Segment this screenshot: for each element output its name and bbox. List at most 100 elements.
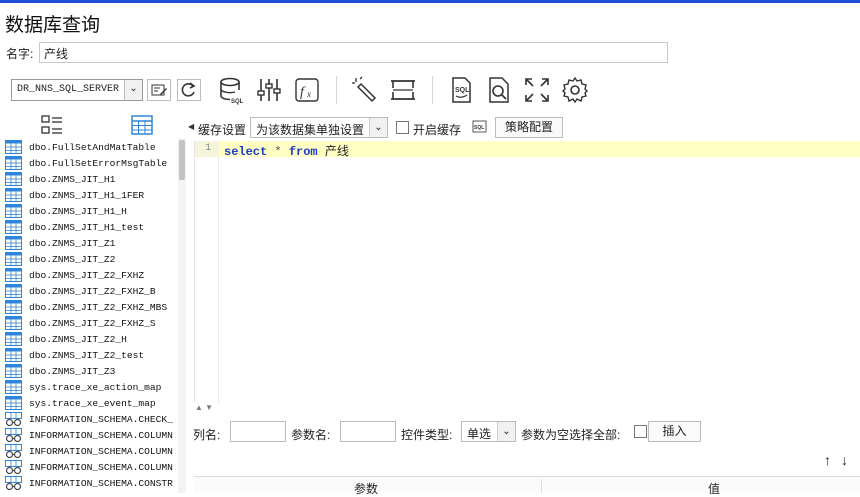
tree-item[interactable]: dbo.FullSetErrorMsgTable [5, 155, 177, 171]
tree-item[interactable]: dbo.ZNMS_JIT_H1 [5, 171, 177, 187]
toolbar: DR_NNS_SQL_SERVER ⌄ SQL f x SQL [0, 70, 860, 110]
code-text[interactable]: select * from 产线 [224, 142, 349, 159]
tree-item-label: dbo.ZNMS_JIT_H1_H [29, 205, 127, 217]
right-panel: ◀ 缓存设置 为该数据集单独设置 ⌄ 开启缓存 SQL 策略配置 1 selec… [188, 112, 860, 496]
sliders-icon [257, 79, 281, 101]
svg-text:SQL: SQL [474, 125, 484, 131]
tab-list-view[interactable] [40, 114, 64, 139]
table-icon [5, 156, 22, 170]
cache-mode-select[interactable]: 为该数据集单独设置 ⌄ [250, 117, 388, 138]
expand-button[interactable] [522, 75, 552, 105]
line-number: 1 [204, 143, 211, 154]
tree-item[interactable]: dbo.ZNMS_JIT_Z3 [5, 363, 177, 379]
tree-scrollbar[interactable] [178, 138, 186, 493]
tree-item[interactable]: dbo.ZNMS_JIT_H1_test [5, 219, 177, 235]
insert-button[interactable]: 插入 [648, 421, 701, 442]
param-name-label: 参数名: [291, 428, 331, 442]
window-top-border [0, 0, 860, 3]
enable-cache-checkbox[interactable] [396, 121, 409, 134]
tree-item[interactable]: dbo.ZNMS_JIT_H1_1FER [5, 187, 177, 203]
control-type-select[interactable]: 单选 ⌄ [461, 421, 516, 442]
preview-search-icon [489, 77, 509, 103]
table-icon [5, 364, 22, 378]
left-panel-tabs [0, 112, 190, 138]
cache-mode-value: 为该数据集单独设置 [256, 123, 365, 137]
tree-item[interactable]: dbo.ZNMS_JIT_Z2_FXHZ_B [5, 283, 177, 299]
tree-item-label: dbo.ZNMS_JIT_Z2_FXHZ [29, 269, 145, 281]
tree-item[interactable]: dbo.FullSetAndMatTable [5, 139, 177, 155]
tree-item[interactable]: dbo.ZNMS_JIT_Z2_FXHZ [5, 267, 177, 283]
formula-button[interactable]: f x [292, 75, 322, 105]
table-icon [5, 300, 22, 314]
keyword-from: from [288, 145, 318, 159]
param-bar: 列名: 参数名: 控件类型: 单选 ⌄ 参数为空选择全部: 插入 [189, 421, 860, 445]
tree-item[interactable]: dbo.ZNMS_JIT_Z1 [5, 235, 177, 251]
chevron-down-icon: ⌄ [497, 422, 515, 441]
settings-button[interactable] [560, 75, 590, 105]
tab-table-view[interactable] [130, 114, 154, 139]
tree-item-label: dbo.ZNMS_JIT_Z2_FXHZ_B [29, 285, 156, 297]
tree-item[interactable]: dbo.ZNMS_JIT_Z2_FXHZ_S [5, 315, 177, 331]
tree-item-label: dbo.ZNMS_JIT_Z2_FXHZ_MBS [29, 301, 168, 313]
edit-datasource-button[interactable] [147, 79, 171, 101]
edit-datasource-icon [151, 84, 167, 96]
datasource-select[interactable]: DR_NNS_SQL_SERVER ⌄ [11, 79, 143, 101]
strategy-config-button[interactable]: 策略配置 [495, 117, 563, 138]
tree-item-label: INFORMATION_SCHEMA.CONSTR [29, 477, 173, 489]
param-table-header: 参数 值 [194, 476, 860, 496]
svg-text:x: x [306, 89, 311, 99]
toolbar-separator [336, 76, 337, 104]
view-icon [5, 460, 22, 475]
column-resize-button[interactable] [388, 75, 418, 105]
table-icon [5, 204, 22, 218]
table-icon [5, 396, 22, 410]
resize-handle-icon[interactable]: ▲ ▼ [195, 403, 213, 412]
tree-item-label: dbo.ZNMS_JIT_Z2_FXHZ_S [29, 317, 156, 329]
tree-item[interactable]: sys.trace_xe_event_map [5, 395, 177, 411]
star-operator: * [274, 145, 282, 159]
sql-small-icon[interactable]: SQL [472, 120, 488, 137]
empty-select-all-checkbox[interactable] [634, 425, 647, 438]
tree-item[interactable]: dbo.ZNMS_JIT_H1_H [5, 203, 177, 219]
tree-item-label: dbo.ZNMS_JIT_Z2_H [29, 333, 127, 345]
scrollbar-thumb[interactable] [179, 140, 185, 180]
tree-item[interactable]: dbo.ZNMS_JIT_Z2_test [5, 347, 177, 363]
tree-item[interactable]: INFORMATION_SCHEMA.CHECK_ [5, 411, 177, 427]
sql-editor[interactable]: 1 select * from 产线 [194, 141, 860, 403]
preview-search-button[interactable] [484, 75, 514, 105]
sql-file-icon: SQL [452, 77, 471, 103]
database-sql-button[interactable]: SQL [217, 75, 247, 105]
tree-item[interactable]: INFORMATION_SCHEMA.COLUMN [5, 443, 177, 459]
tree-item[interactable]: INFORMATION_SCHEMA.COLUMN [5, 459, 177, 475]
chevron-down-icon: ⌄ [369, 118, 387, 137]
column-header-param: 参数 [354, 482, 379, 496]
move-down-icon[interactable]: ↓ [841, 452, 848, 468]
view-icon [5, 428, 22, 443]
tree-item-label: dbo.ZNMS_JIT_Z2 [29, 253, 116, 265]
sliders-button[interactable] [255, 75, 285, 105]
datasource-select-value: DR_NNS_SQL_SERVER [17, 84, 120, 95]
table-icon [5, 268, 22, 282]
tree-item-label: dbo.ZNMS_JIT_H1_test [29, 221, 145, 233]
tree-item[interactable]: dbo.ZNMS_JIT_Z2_FXHZ_MBS [5, 299, 177, 315]
param-name-input[interactable] [340, 421, 396, 442]
toolbar-separator [432, 76, 433, 104]
tree-item[interactable]: INFORMATION_SCHEMA.CONSTR [5, 475, 177, 491]
refresh-button[interactable] [177, 79, 201, 101]
settings-gear-icon [562, 76, 588, 104]
tree-item[interactable]: dbo.ZNMS_JIT_Z2 [5, 251, 177, 267]
magic-wand-button[interactable] [350, 75, 380, 105]
sql-file-button[interactable]: SQL [446, 75, 476, 105]
tree-item[interactable]: INFORMATION_SCHEMA.COLUMN [5, 427, 177, 443]
view-icon [5, 444, 22, 459]
tree-item[interactable]: dbo.ZNMS_JIT_Z2_H [5, 331, 177, 347]
column-divider[interactable] [541, 479, 542, 493]
table-icon [5, 332, 22, 346]
table-icon [5, 348, 22, 362]
move-up-icon[interactable]: ↑ [824, 452, 831, 468]
tree-item[interactable]: sys.trace_xe_action_map [5, 379, 177, 395]
svg-text:f: f [300, 85, 306, 100]
name-input[interactable]: 产线 [39, 42, 668, 63]
collapse-left-icon[interactable]: ◀ [188, 122, 194, 131]
column-name-input[interactable] [230, 421, 286, 442]
